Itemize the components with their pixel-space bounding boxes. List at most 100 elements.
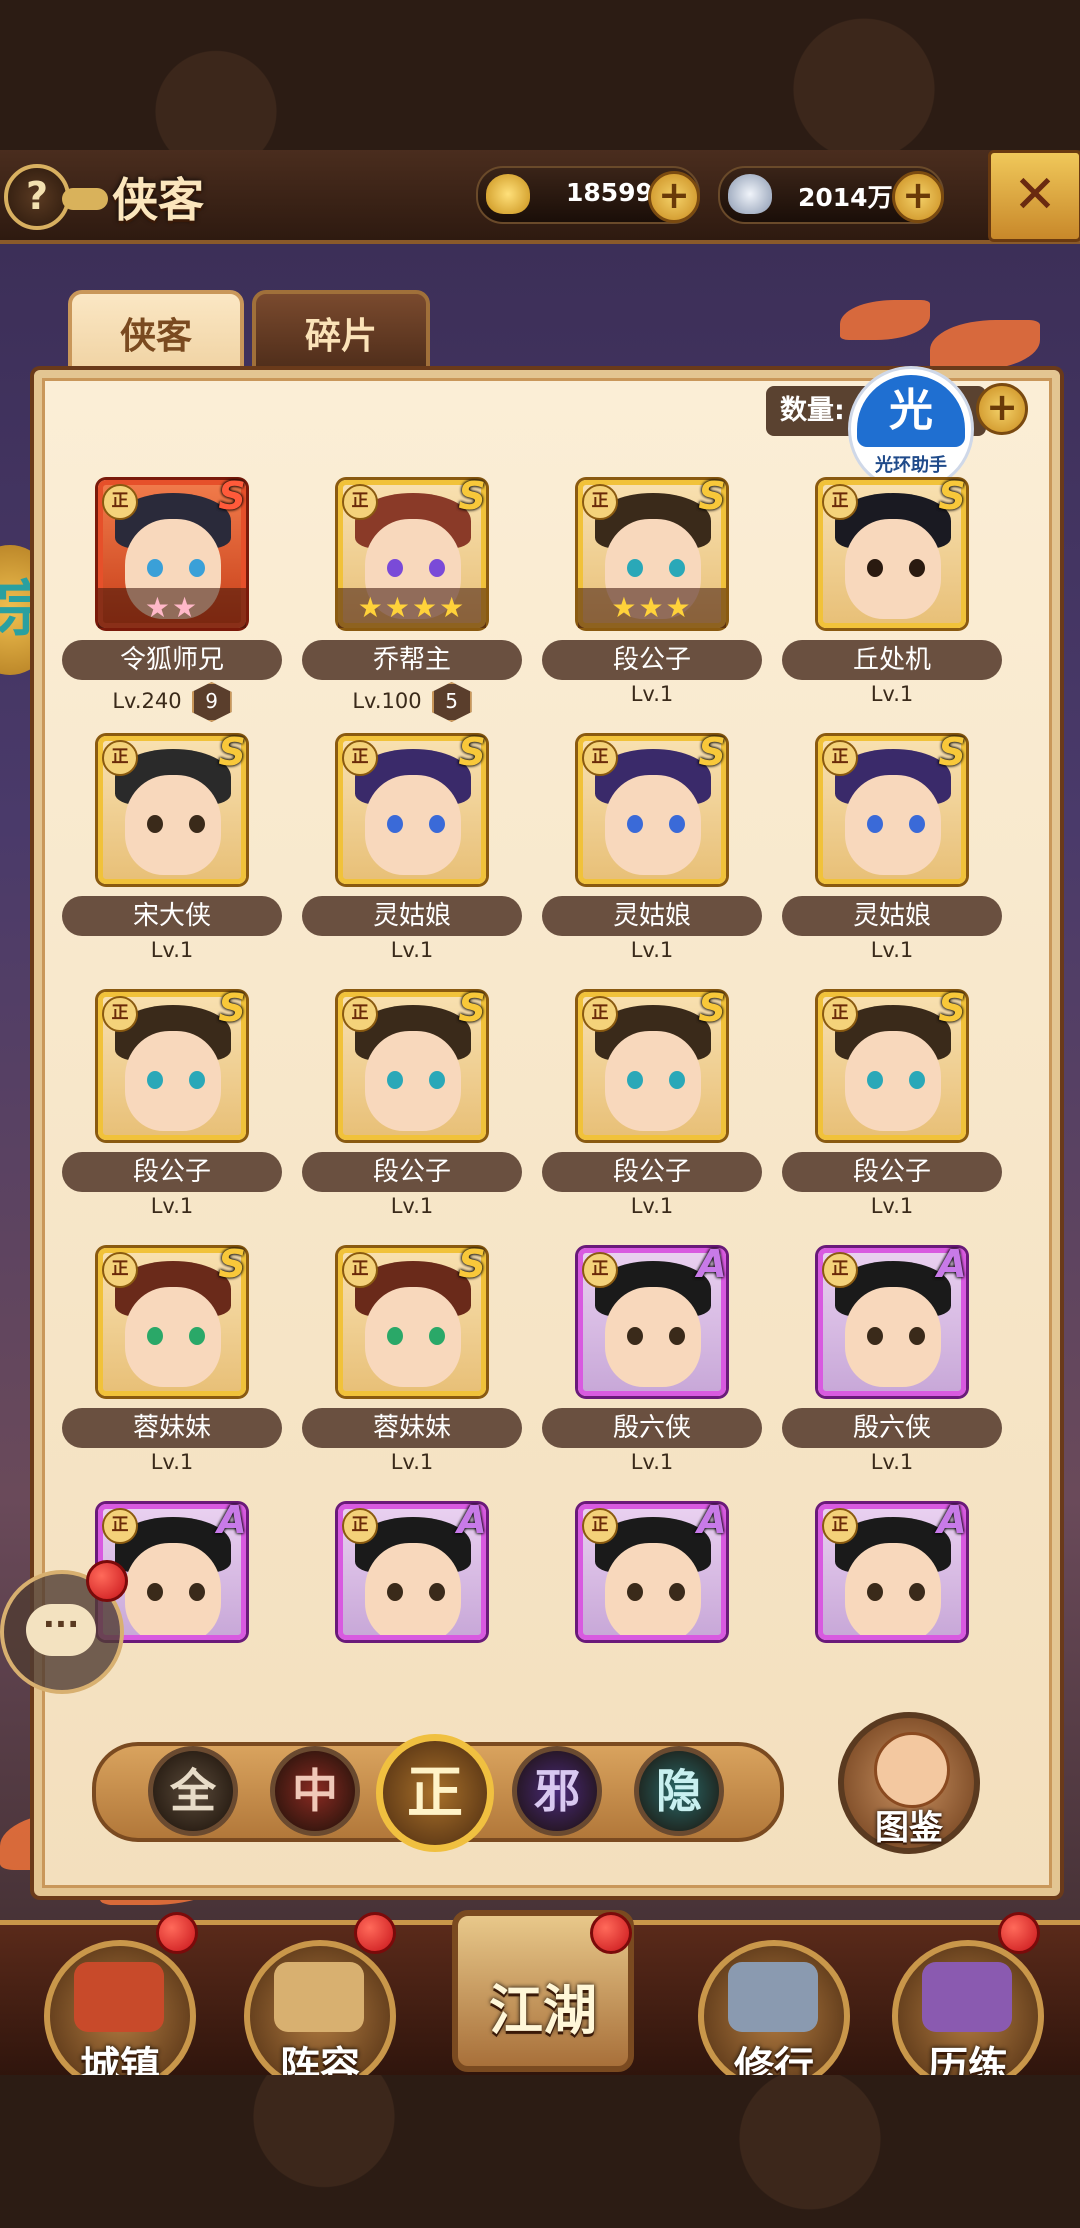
hero-eye [627,559,643,577]
faction-badge-icon: 正 [102,1508,138,1544]
hero-face [605,1287,701,1387]
filter-2[interactable]: 正 [376,1734,494,1852]
filter-1[interactable]: 中 [270,1746,360,1836]
silver-value: 2014万 [798,183,893,212]
faction-badge-icon: 正 [102,740,138,776]
hero-face [365,1031,461,1131]
hero-card[interactable]: 正 S ★★ 令狐师兄 Lv.240 9 [62,474,282,722]
hero-level-text: Lv.1 [390,1450,434,1474]
hero-card[interactable]: 正 S 丘处机 Lv.1 [782,474,1002,715]
hero-card[interactable]: 正 S 蓉妹妹 Lv.1 [302,1242,522,1483]
add-silver-button[interactable]: + [892,171,944,223]
hero-card[interactable]: 正 S 蓉妹妹 Lv.1 [62,1242,282,1483]
nav-notification-dot [590,1912,632,1954]
hero-level-text: Lv.1 [390,1194,434,1218]
rank-badge-icon: S [698,474,726,518]
silver-resource: 2014万 + [718,166,944,224]
hero-eye [669,815,685,833]
faction-badge-icon: 正 [582,1508,618,1544]
hero-eye [627,1583,643,1601]
rank-badge-icon: S [938,474,966,518]
hero-card[interactable]: 正 S 段公子 Lv.1 [782,986,1002,1227]
hero-card[interactable]: 正 S 宋大侠 Lv.1 [62,730,282,971]
hero-face [125,1287,221,1387]
filter-4[interactable]: 隐 [634,1746,724,1836]
hero-face [365,775,461,875]
hero-card[interactable]: 正A [782,1498,1002,1739]
hero-level-text: Lv.1 [150,938,194,962]
hero-face [365,1287,461,1387]
hero-eye [669,559,685,577]
hero-card[interactable]: 正 S 段公子 Lv.1 [302,986,522,1227]
hero-card[interactable]: 正A [542,1498,762,1739]
hero-card[interactable]: 正 A 殷六侠 Lv.1 [782,1242,1002,1483]
hero-card[interactable]: 正 S ★★★★ 乔帮主 Lv.100 5 [302,474,522,722]
hero-eye [867,1071,883,1089]
hero-face [125,1031,221,1131]
hero-level: Lv.1 [302,1450,522,1474]
hero-level-text: Lv.1 [870,682,914,706]
codex-portrait-icon [874,1732,950,1808]
hero-face [845,1287,941,1387]
hero-level: Lv.1 [302,938,522,962]
filter-0[interactable]: 全 [148,1746,238,1836]
nav-art-icon [728,1962,818,2032]
hero-stars: ★★★★ [338,588,486,628]
codex-button[interactable]: 图鉴 [838,1712,980,1854]
hero-eye [867,559,883,577]
add-slot-button[interactable]: + [976,383,1028,435]
hero-card[interactable]: 正 S 段公子 Lv.1 [62,986,282,1227]
rank-badge-icon: S [218,1242,246,1286]
hero-eye [669,1583,685,1601]
help-button[interactable]: ? [4,164,70,230]
faction-badge-icon: 正 [822,1508,858,1544]
faction-badge-icon: 正 [822,740,858,776]
hero-card[interactable]: 正 S 段公子 Lv.1 [542,986,762,1227]
hero-card[interactable]: 正A [302,1498,522,1739]
faction-badge-icon: 正 [342,484,378,520]
chat-bubble-icon: ··· [26,1604,96,1656]
hero-level: Lv.1 [782,938,1002,962]
add-gold-button[interactable]: + [648,171,700,223]
hero-eye [429,559,445,577]
hero-level-text: Lv.1 [150,1450,194,1474]
hero-level-text: Lv.100 [352,689,422,713]
hero-eye [387,1583,403,1601]
hero-face [125,775,221,875]
faction-badge-icon: 正 [582,484,618,520]
rank-badge-icon: A [697,1242,727,1286]
faction-badge-icon: 正 [342,1252,378,1288]
hero-card[interactable]: 正 A 殷六侠 Lv.1 [542,1242,762,1483]
hero-eye [627,815,643,833]
nav-label: 历练 [928,2043,1008,2075]
hero-name: 乔帮主 [302,640,522,680]
rank-badge-icon: A [937,1498,967,1542]
faction-badge-icon: 正 [102,996,138,1032]
top-bar: ? 侠客 18599 + 2014万 + ✕ [0,150,1080,244]
hero-level: Lv.1 [542,938,762,962]
hero-face [605,775,701,875]
hero-eye [867,1327,883,1345]
hero-level-text: Lv.1 [870,938,914,962]
hero-level: Lv.1 [62,938,282,962]
hero-eye [669,1327,685,1345]
hero-level: Lv.1 [542,1450,762,1474]
hero-card[interactable]: 正 S 灵姑娘 Lv.1 [302,730,522,971]
gold-value: 18599 [566,178,653,207]
game-screen: ? 侠客 18599 + 2014万 + ✕ 宗 侠客 碎片 数量: + 光 光… [0,150,1080,2075]
hero-face [845,1543,941,1635]
hero-card[interactable]: 正 S 灵姑娘 Lv.1 [782,730,1002,971]
tab-heroes[interactable]: 侠客 [68,290,244,382]
filter-3[interactable]: 邪 [512,1746,602,1836]
rank-badge-icon: A [457,1498,487,1542]
nav-label: 阵容 [280,2043,360,2075]
close-button[interactable]: ✕ [988,150,1080,242]
rank-badge-icon: A [697,1498,727,1542]
faction-badge-icon: 正 [582,740,618,776]
rank-badge-icon: S [458,986,486,1030]
tab-fragments[interactable]: 碎片 [252,290,430,382]
hero-face [845,1031,941,1131]
silver-ingot-icon [728,174,772,214]
hero-card[interactable]: 正 S 灵姑娘 Lv.1 [542,730,762,971]
hero-card[interactable]: 正 S ★★★ 段公子 Lv.1 [542,474,762,715]
